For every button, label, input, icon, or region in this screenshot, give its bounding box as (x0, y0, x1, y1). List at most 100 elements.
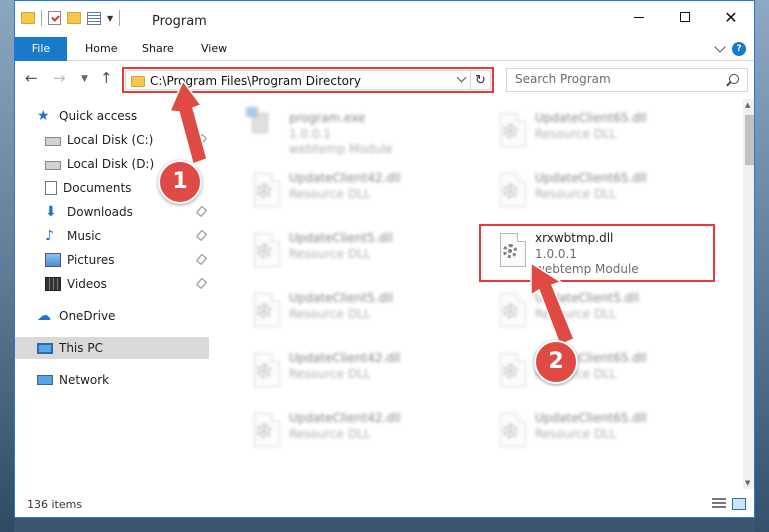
sidebar-item-this-pc[interactable]: This PC (15, 337, 209, 359)
sidebar-item-videos[interactable]: Videos (15, 273, 209, 295)
file-item[interactable]: program.exe 1.0.0.1 webtemp Module (239, 105, 479, 161)
close-icon: ✕ (724, 7, 738, 27)
file-name: UpdateClient65.dll (535, 111, 647, 125)
search-icon[interactable] (729, 74, 739, 84)
sidebar-item-label: Local Disk (D:) (67, 157, 155, 171)
tab-share[interactable]: Share (130, 37, 186, 61)
view-icon[interactable] (87, 11, 101, 25)
tiles-view-icon[interactable] (732, 498, 746, 510)
minimize-icon (634, 16, 644, 18)
quick-access-toolbar: ▼ (21, 9, 121, 27)
expand-ribbon-icon[interactable] (714, 41, 726, 53)
disk-icon (45, 161, 61, 170)
scrollbar-thumb[interactable] (745, 115, 754, 165)
title-bar: ▼ Program ✕ (15, 1, 754, 33)
properties-icon[interactable] (48, 11, 61, 25)
sidebar-item-quick-access[interactable]: ★ Quick access (15, 105, 209, 127)
videos-icon (45, 277, 61, 291)
dll-icon (249, 173, 283, 211)
music-icon: ♪ (45, 228, 54, 244)
sidebar-item-network[interactable]: Network (15, 369, 209, 391)
file-name: UpdateClient5.dll (289, 291, 393, 305)
dll-icon (249, 353, 283, 391)
sidebar-item-label: Music (67, 229, 102, 243)
search-placeholder: Search Program (515, 72, 611, 86)
file-name: UpdateClient5.dll (535, 291, 639, 305)
customize-dropdown-icon[interactable]: ▼ (107, 14, 113, 23)
recent-locations-icon[interactable]: ▼ (81, 74, 88, 84)
file-item[interactable]: UpdateClient42.dll Resource DLL (239, 405, 479, 461)
refresh-icon[interactable]: ↻ (470, 71, 490, 89)
item-count: 136 items (27, 498, 83, 511)
up-arrow-icon[interactable]: ↑ (100, 69, 113, 87)
sidebar-item-label: Downloads (67, 205, 133, 219)
file-item[interactable]: UpdateClient65.dll Resource DLL (485, 405, 725, 461)
dll-icon (249, 293, 283, 331)
file-description: Resource DLL (535, 127, 617, 141)
file-item[interactable]: UpdateClient42.dll Resource DLL (239, 165, 479, 221)
desktop-wallpaper-right (755, 0, 769, 532)
sidebar-item-label: Pictures (67, 253, 115, 267)
tab-home[interactable]: Home (73, 37, 129, 61)
file-description: Resource DLL (535, 307, 617, 321)
tab-view[interactable]: View (189, 37, 239, 61)
file-item[interactable]: UpdateClient65.dll Resource DLL (485, 105, 725, 161)
dll-icon (495, 113, 529, 151)
sidebar-item-pictures[interactable]: Pictures (15, 249, 209, 271)
folder-icon[interactable] (21, 12, 35, 24)
disk-icon (45, 137, 61, 146)
step-badge-2: 2 (534, 340, 578, 384)
search-input[interactable]: Search Program (506, 68, 748, 92)
dll-icon (495, 173, 529, 211)
file-item[interactable]: UpdateClient65.dll Resource DLL (485, 165, 725, 221)
minimize-button[interactable] (616, 1, 662, 33)
explorer-window: ▼ Program ✕ File Home Share View ? ← → ▼… (14, 0, 755, 518)
maximize-button[interactable] (662, 1, 708, 33)
sidebar-item-local-disk-c[interactable]: Local Disk (C:) (15, 129, 209, 151)
sidebar-item-onedrive[interactable]: ☁ OneDrive (15, 305, 209, 327)
sidebar-item-label: Quick access (59, 109, 138, 123)
scroll-up-icon[interactable]: ▲ (745, 101, 753, 109)
file-item[interactable]: UpdateClient42.dll Resource DLL (239, 345, 479, 401)
sidebar-item-downloads[interactable]: ⬇ Downloads (15, 201, 209, 223)
sidebar-item-label: Documents (63, 181, 132, 195)
new-folder-icon[interactable] (67, 12, 81, 24)
file-description: Resource DLL (535, 187, 617, 201)
desktop-wallpaper-left (0, 0, 14, 532)
download-icon: ⬇ (45, 204, 57, 220)
navigation-pane: ★ Quick access Local Disk (C:) Local Dis… (15, 99, 209, 489)
toolbar-separator (119, 10, 121, 26)
file-item[interactable]: UpdateClient5.dll Resource DLL (239, 285, 479, 341)
forward-arrow-icon[interactable]: → (53, 69, 66, 87)
file-name: UpdateClient42.dll (289, 351, 401, 365)
close-button[interactable]: ✕ (708, 1, 754, 33)
file-item[interactable]: UpdateClient5.dll Resource DLL (239, 225, 479, 281)
sidebar-item-label: This PC (59, 341, 103, 355)
details-view-icon[interactable] (712, 498, 726, 510)
maximize-icon (680, 12, 690, 22)
address-path[interactable]: C:\Program Files\Program Directory (150, 73, 361, 89)
pin-icon (195, 277, 208, 290)
dll-icon (495, 413, 529, 451)
vertical-scrollbar[interactable]: ▲ ▼ (743, 99, 754, 489)
back-arrow-icon[interactable]: ← (25, 69, 38, 87)
sidebar-item-music[interactable]: ♪ Music (15, 225, 209, 247)
dll-icon (249, 233, 283, 271)
window-title: Program (152, 14, 207, 29)
file-description: Resource DLL (535, 427, 617, 441)
pin-icon (195, 205, 208, 218)
help-icon[interactable]: ? (732, 42, 746, 56)
tab-file[interactable]: File (15, 37, 67, 61)
file-item[interactable]: UpdateClient5.dll Resource DLL (485, 285, 725, 341)
file-name: UpdateClient42.dll (289, 171, 401, 185)
network-icon (37, 375, 53, 385)
file-version: 1.0.0.1 (289, 127, 331, 141)
address-bar[interactable]: C:\Program Files\Program Directory ↻ (125, 70, 491, 90)
dll-icon (495, 293, 529, 331)
address-dropdown-icon[interactable] (456, 72, 467, 83)
file-description: Resource DLL (289, 367, 371, 381)
file-name: UpdateClient65.dll (535, 411, 647, 425)
scroll-down-icon[interactable]: ▼ (745, 479, 750, 487)
file-item[interactable]: UpdateClient65.dll Resource DLL (485, 345, 725, 401)
ribbon-tabs: File Home Share View ? (15, 37, 754, 61)
